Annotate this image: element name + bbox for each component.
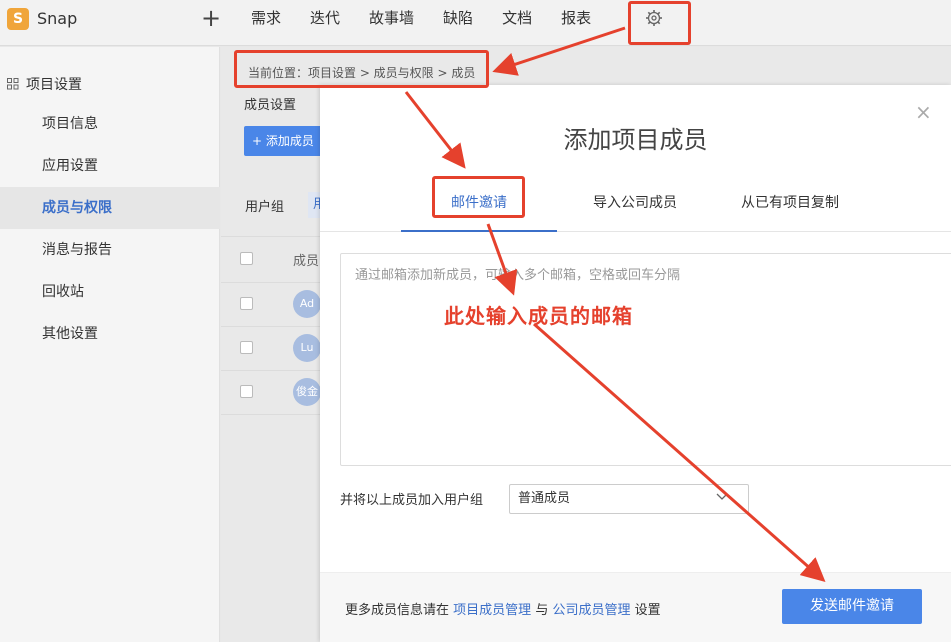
tab-copy-from-project[interactable]: 从已有项目复制 <box>741 192 839 212</box>
usergroup-label: 用户组 <box>245 200 285 215</box>
top-bar: S Snap + 需求 迭代 故事墙 缺陷 文档 报表 <box>0 0 951 46</box>
company-member-link[interactable]: 公司成员管理 <box>552 603 630 618</box>
active-tab-indicator <box>401 230 557 232</box>
sidebar-item-messages-reports[interactable]: 消息与报告 <box>0 229 220 271</box>
modal-tabs: 邮件邀请 导入公司成员 从已有项目复制 <box>320 180 951 232</box>
sidebar-item-other-settings[interactable]: 其他设置 <box>0 313 220 355</box>
modal-title: 添加项目成员 <box>563 126 708 154</box>
page-subtitle: 成员设置 <box>244 98 297 113</box>
sidebar-item-project-info[interactable]: 项目信息 <box>0 103 220 145</box>
grid-icon <box>7 78 19 90</box>
create-plus-button[interactable]: + <box>201 4 221 32</box>
usergroup-field-label: 并将以上成员加入用户组 <box>340 493 484 508</box>
annotation-box-breadcrumb <box>234 50 489 88</box>
table-divider <box>221 282 321 283</box>
row-checkbox[interactable] <box>240 297 253 310</box>
email-input[interactable]: 通过邮箱添加新成员，可输入多个邮箱，空格或回车分隔 <box>340 253 951 466</box>
project-member-link[interactable]: 项目成员管理 <box>453 603 531 618</box>
usergroup-select[interactable]: 普通成员 <box>509 484 749 514</box>
avatar: Lu <box>293 334 321 362</box>
row-checkbox[interactable] <box>240 385 253 398</box>
table-divider <box>221 236 321 237</box>
sidebar-header[interactable]: 项目设置 <box>7 74 82 94</box>
tab-import-company-members[interactable]: 导入公司成员 <box>593 192 677 212</box>
avatar: Ad <box>293 290 321 318</box>
table-divider <box>221 326 321 327</box>
table-divider <box>221 370 321 371</box>
nav-item-iterations[interactable]: 迭代 <box>310 7 340 28</box>
sidebar-item-members-permissions[interactable]: 成员与权限 <box>0 187 220 229</box>
table-divider <box>221 414 321 415</box>
send-invite-button[interactable]: 发送邮件邀请 <box>782 589 922 624</box>
annotation-label: 此处输入成员的邮箱 <box>444 304 633 328</box>
member-column-header: 成员 <box>293 254 320 269</box>
sidebar: 项目设置 项目信息 应用设置 成员与权限 消息与报告 回收站 其他设置 <box>0 47 220 642</box>
footer-prefix: 更多成员信息请在 <box>345 603 450 618</box>
nav-item-story-wall[interactable]: 故事墙 <box>369 7 414 28</box>
annotation-box-email-tab <box>432 176 525 218</box>
add-member-button[interactable]: + 添加成员 <box>244 126 324 156</box>
nav-item-requirements[interactable]: 需求 <box>251 7 281 28</box>
main-nav: 需求 迭代 故事墙 缺陷 文档 报表 <box>251 7 620 28</box>
select-all-checkbox[interactable] <box>240 252 253 265</box>
nav-item-reports[interactable]: 报表 <box>561 7 591 28</box>
avatar: 俊金 <box>293 378 321 406</box>
footer-hint: 更多成员信息请在 项目成员管理 与 公司成员管理 设置 <box>345 599 661 618</box>
nav-item-docs[interactable]: 文档 <box>502 7 532 28</box>
row-checkbox[interactable] <box>240 341 253 354</box>
nav-item-defects[interactable]: 缺陷 <box>443 7 473 28</box>
annotation-box-gear <box>628 1 691 45</box>
footer-and: 与 <box>535 603 549 618</box>
chevron-down-icon[interactable] <box>716 490 728 504</box>
sidebar-item-app-settings[interactable]: 应用设置 <box>0 145 220 187</box>
app-logo[interactable]: S <box>7 8 29 30</box>
footer-suffix: 设置 <box>634 603 661 618</box>
app-name[interactable]: Snap <box>37 9 77 28</box>
sidebar-item-recycle-bin[interactable]: 回收站 <box>0 271 220 313</box>
sidebar-header-label: 项目设置 <box>26 77 82 93</box>
